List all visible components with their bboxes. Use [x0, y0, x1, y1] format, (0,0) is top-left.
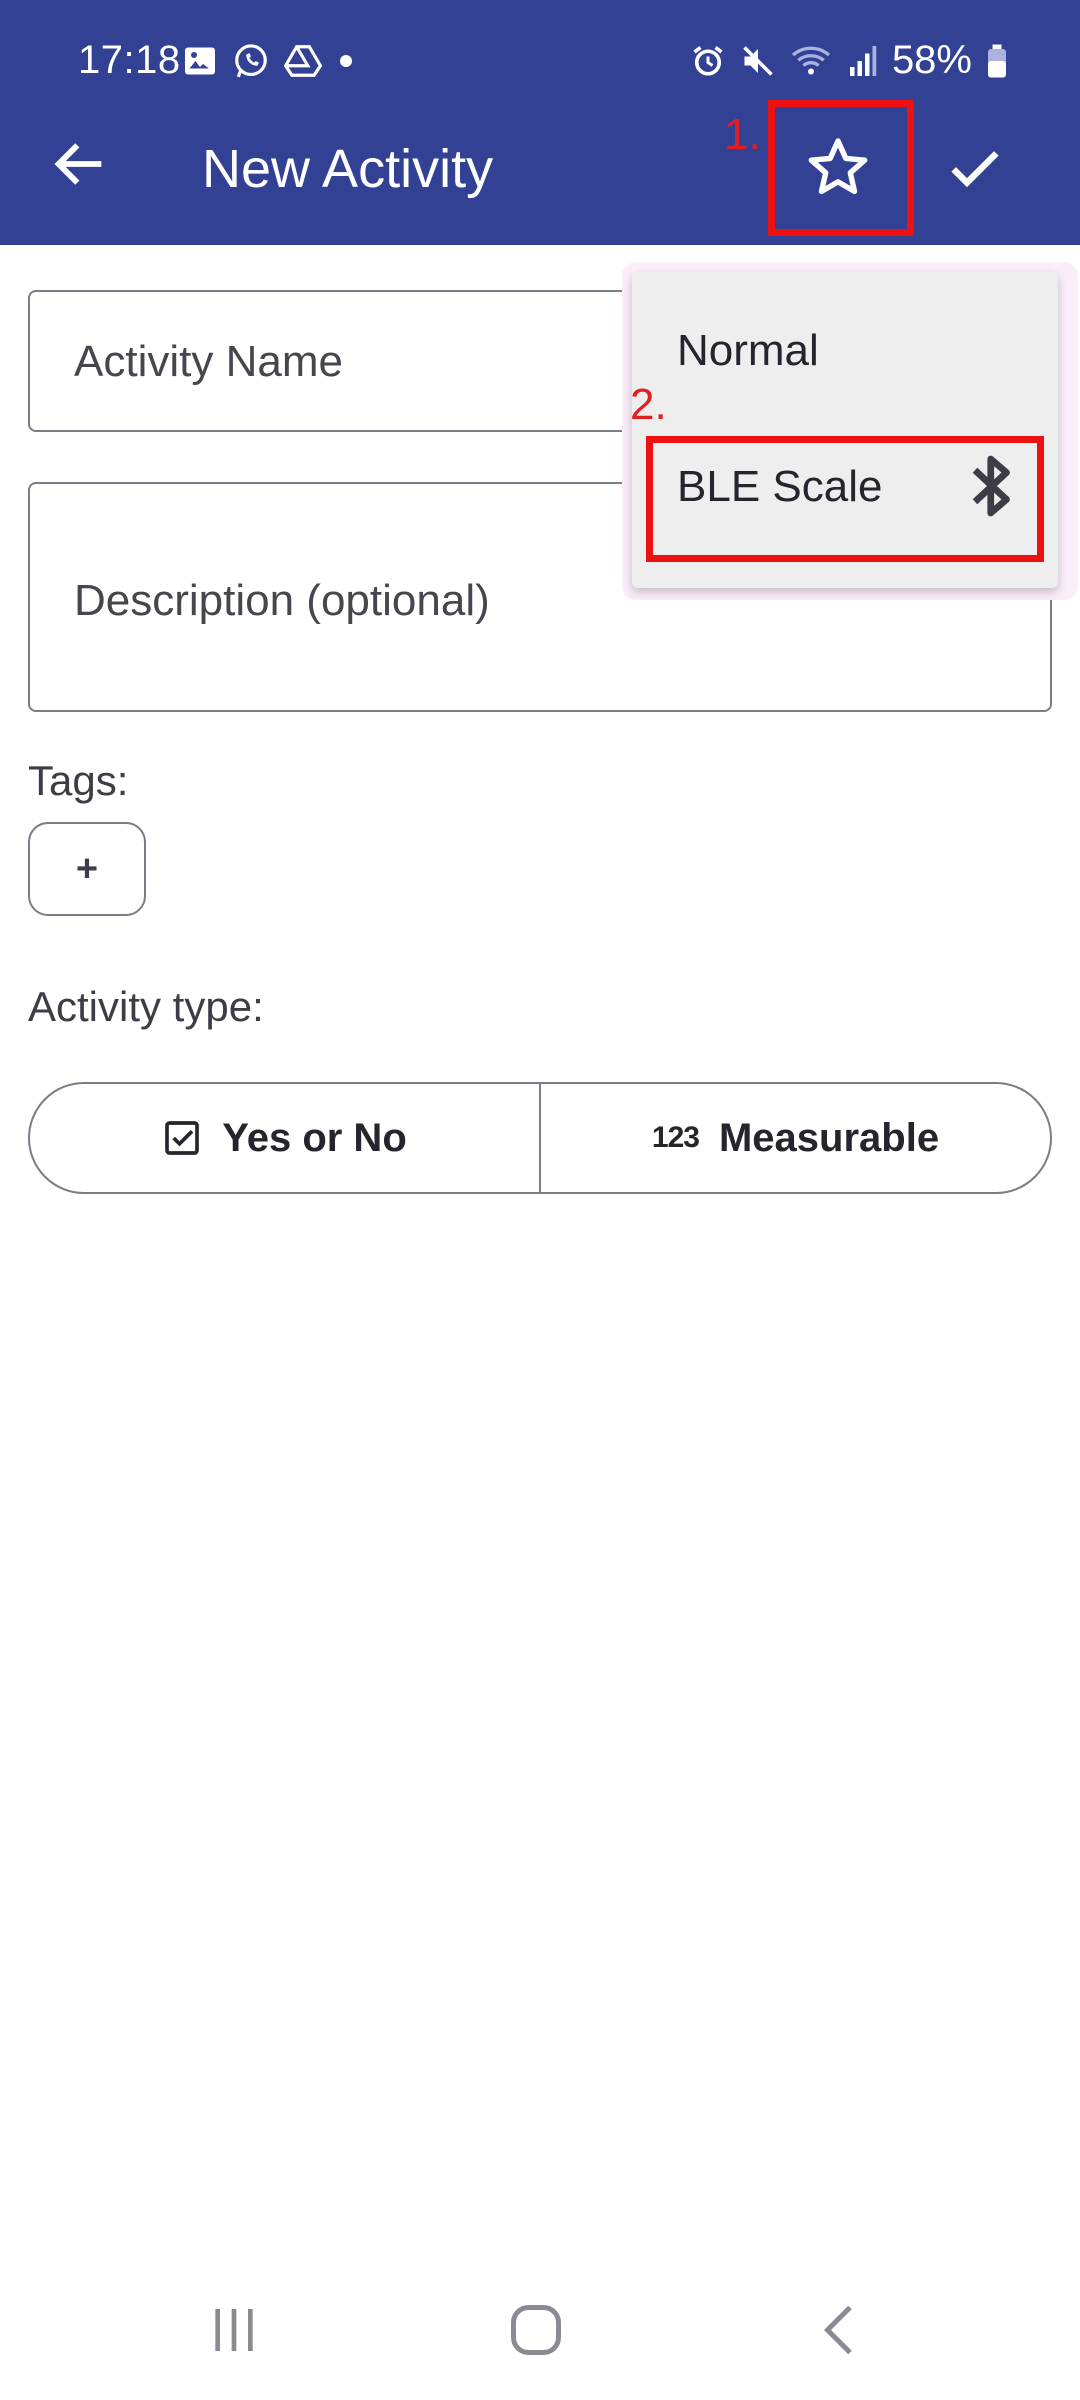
add-tag-label: +	[75, 847, 99, 890]
numbers-icon: 123	[651, 1121, 700, 1154]
highlight-box-star	[768, 100, 914, 236]
signal-icon	[849, 45, 877, 76]
tags-label: Tags:	[28, 757, 129, 804]
dot-icon	[340, 55, 352, 67]
alarm-icon	[693, 45, 723, 76]
menu-item-normal-label: Normal	[677, 326, 819, 375]
status-time: 17:18	[78, 38, 181, 82]
notification-icons	[182, 42, 356, 80]
home-icon[interactable]	[506, 2300, 566, 2360]
recents-icon[interactable]	[206, 2300, 262, 2360]
navigation-bar	[0, 2260, 1080, 2400]
menu-item-normal[interactable]: Normal	[632, 286, 1058, 416]
check-icon[interactable]	[940, 136, 1010, 200]
status-bar: 17:18 58%	[0, 0, 1080, 120]
wifi-icon	[791, 46, 831, 74]
arrow-back-icon[interactable]	[48, 132, 112, 196]
yes-or-no-label: Yes or No	[222, 1115, 407, 1160]
system-icons: 58%	[690, 38, 1008, 83]
yes-or-no-option[interactable]: Yes or No	[30, 1084, 539, 1192]
step-2-label: 2.	[630, 380, 667, 429]
description-placeholder: Description (optional)	[74, 576, 490, 625]
mute-icon	[743, 45, 773, 76]
activity-type-selector: Yes or No 123 Measurable	[28, 1082, 1052, 1194]
measurable-label: Measurable	[718, 1115, 940, 1160]
checkbox-icon	[165, 1121, 200, 1155]
highlight-box-ble-scale	[646, 436, 1044, 562]
measurable-option[interactable]: 123 Measurable	[539, 1084, 1050, 1192]
nav-back-icon[interactable]	[810, 2300, 870, 2360]
drive-icon	[284, 45, 322, 77]
page-title: New Activity	[202, 139, 494, 199]
activity-name-placeholder: Activity Name	[74, 337, 343, 386]
battery-icon	[988, 44, 1006, 77]
step-1-label: 1.	[724, 110, 761, 159]
activity-type-label: Activity type:	[28, 983, 264, 1030]
gallery-icon	[185, 47, 215, 75]
battery-percent: 58%	[891, 38, 972, 82]
add-tag-button[interactable]: +	[28, 822, 146, 916]
whatsapp-icon	[235, 44, 267, 78]
app-bar: 17:18 58% New Activity	[0, 0, 1080, 245]
